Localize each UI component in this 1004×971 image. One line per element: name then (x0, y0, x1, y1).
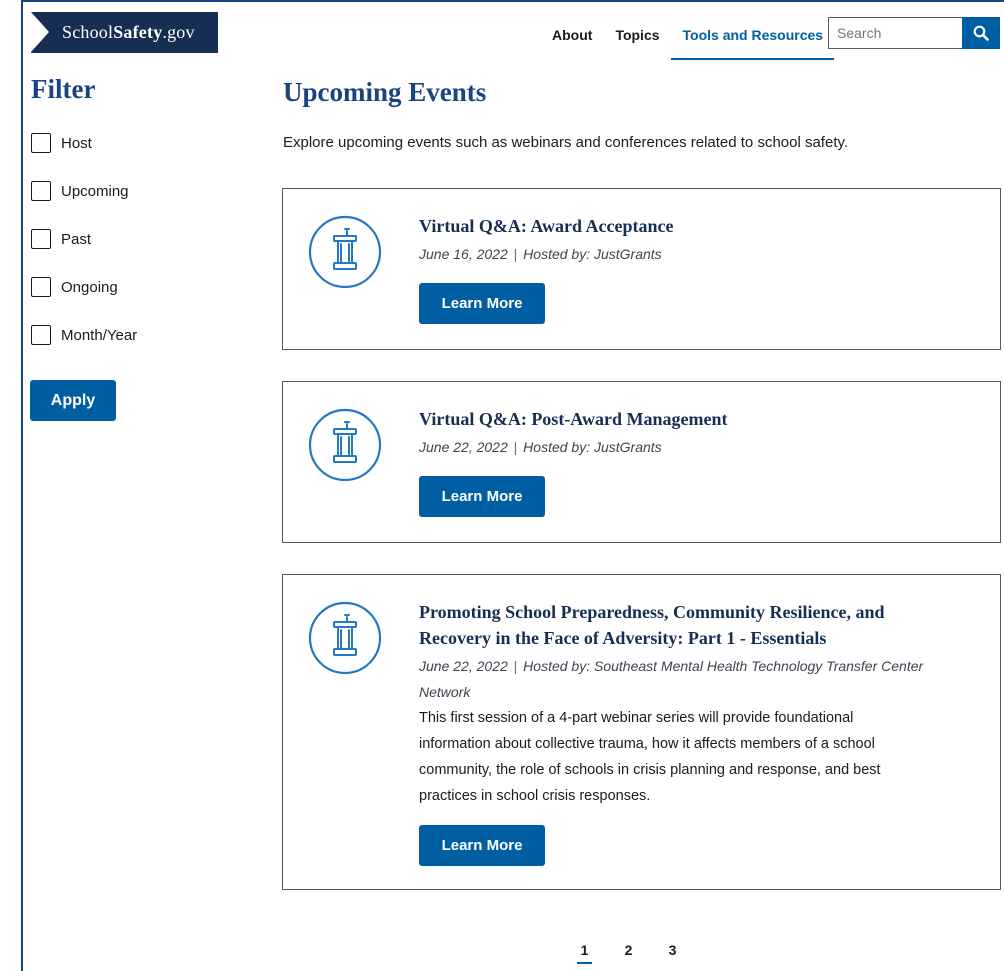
event-meta: June 16, 2022 | Hosted by: JustGrants (419, 246, 662, 262)
filter-checkbox[interactable] (31, 325, 51, 345)
main-nav: About Topics Tools and Resources (540, 18, 835, 61)
pagination: 1 2 3 (577, 942, 709, 964)
filter-ongoing[interactable]: Ongoing (31, 275, 137, 299)
apply-button[interactable]: Apply (30, 380, 116, 421)
nav-about[interactable]: About (540, 18, 603, 60)
event-body: Virtual Q&A: Award Acceptance June 16, 2… (419, 213, 929, 324)
page-frame-top (21, 0, 1004, 2)
event-meta: June 22, 2022 | Hosted by: JustGrants (419, 439, 662, 455)
learn-more-button[interactable]: Learn More (419, 283, 545, 324)
event-card: Virtual Q&A: Post-Award Management June … (282, 381, 1001, 543)
page-intro: Explore upcoming events such as webinars… (283, 134, 849, 151)
filter-list: Host Upcoming Past Ongoing Month/Year (31, 131, 137, 371)
page-frame-left (21, 0, 23, 971)
podium-icon (308, 215, 382, 289)
filter-checkbox[interactable] (31, 277, 51, 297)
filter-upcoming[interactable]: Upcoming (31, 179, 137, 203)
filter-checkbox[interactable] (31, 229, 51, 249)
search-button[interactable] (962, 17, 1000, 49)
event-title[interactable]: Virtual Q&A: Award Acceptance (419, 213, 929, 239)
logo-chevron-icon (31, 12, 49, 52)
filter-past[interactable]: Past (31, 227, 137, 251)
podium-icon (308, 601, 382, 675)
page-title: Upcoming Events (283, 77, 487, 107)
filter-month-year[interactable]: Month/Year (31, 323, 137, 347)
event-body: Promoting School Preparedness, Community… (419, 599, 929, 866)
filter-checkbox[interactable] (31, 181, 51, 201)
filter-host[interactable]: Host (31, 131, 137, 155)
filter-title: Filter (31, 74, 96, 104)
podium-icon (308, 408, 382, 482)
page-link-1[interactable]: 1 (577, 942, 592, 964)
event-body: Virtual Q&A: Post-Award Management June … (419, 406, 929, 517)
learn-more-button[interactable]: Learn More (419, 476, 545, 517)
filter-checkbox[interactable] (31, 133, 51, 153)
learn-more-button[interactable]: Learn More (419, 825, 545, 866)
event-title[interactable]: Virtual Q&A: Post-Award Management (419, 406, 929, 432)
event-card: Promoting School Preparedness, Community… (282, 574, 1001, 890)
event-description: This first session of a 4-part webinar s… (419, 710, 881, 804)
search-form (828, 17, 1000, 49)
event-card: Virtual Q&A: Award Acceptance June 16, 2… (282, 188, 1001, 350)
page-link-2[interactable]: 2 (621, 942, 636, 964)
search-icon (973, 25, 989, 41)
nav-topics[interactable]: Topics (603, 18, 670, 60)
nav-tools-and-resources[interactable]: Tools and Resources (670, 18, 835, 60)
event-meta: June 22, 2022 | Hosted by: Southeast Men… (419, 658, 924, 700)
page-link-3[interactable]: 3 (665, 942, 680, 964)
event-title[interactable]: Promoting School Preparedness, Community… (419, 599, 929, 651)
site-logo[interactable]: SchoolSafety.gov (31, 12, 218, 53)
search-input[interactable] (828, 17, 962, 49)
logo-text: SchoolSafety.gov (62, 22, 195, 42)
